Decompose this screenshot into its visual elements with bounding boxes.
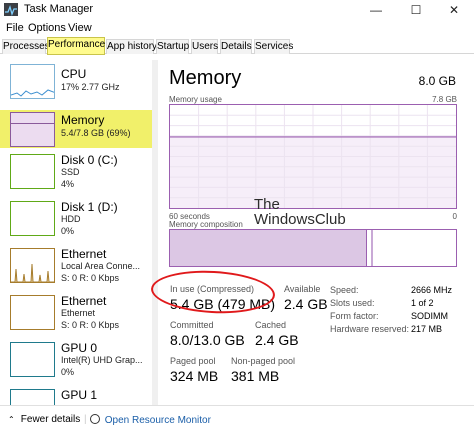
chevron-up-icon: ⌃ xyxy=(8,415,15,424)
cached-label: Cached xyxy=(255,320,287,330)
memory-composition-bar xyxy=(169,229,457,267)
tab-performance[interactable]: Performance xyxy=(47,37,105,55)
sidebar-item-memory[interactable]: Memory 5.4/7.8 GB (69%) xyxy=(0,110,152,148)
composition-in-use-segment xyxy=(170,230,367,266)
tab-app-history[interactable]: App history xyxy=(106,39,157,54)
sidebar-item-gpu0[interactable]: GPU 0 Intel(R) UHD Grap... 0% xyxy=(0,339,152,389)
sidebar-sub: HDD xyxy=(61,214,81,224)
available-value: 2.4 GB xyxy=(284,296,328,312)
memory-usage-graph xyxy=(169,104,457,209)
tab-users[interactable]: Users xyxy=(191,39,218,54)
sidebar-sub: 17% 2.77 GHz xyxy=(61,82,120,92)
sidebar-label: Disk 0 (C:) xyxy=(61,153,118,167)
minimize-button[interactable]: — xyxy=(356,0,396,20)
sidebar-item-gpu1[interactable]: GPU 1 xyxy=(0,386,152,405)
sidebar-item-cpu[interactable]: CPU 17% 2.77 GHz xyxy=(0,61,152,111)
disk0-thumbnail-graph xyxy=(10,154,55,189)
task-manager-icon xyxy=(4,3,18,16)
sidebar-label: GPU 1 xyxy=(61,388,98,402)
menu-view[interactable]: View xyxy=(68,22,92,34)
memory-usage-max: 7.8 GB xyxy=(432,95,457,104)
bottom-bar: ⌃ Fewer details | Open Resource Monitor xyxy=(0,405,474,435)
cpu-thumbnail-graph xyxy=(10,64,55,99)
watermark-line-1: The xyxy=(254,196,280,213)
tab-details[interactable]: Details xyxy=(220,39,252,54)
resource-monitor-icon xyxy=(90,414,100,424)
sidebar-sub: Intel(R) UHD Grap... xyxy=(61,355,143,365)
slots-label: Slots used: xyxy=(330,298,375,308)
hardware-reserved-value: 217 MB xyxy=(411,324,443,334)
sidebar-scrollbar[interactable] xyxy=(152,60,158,405)
sidebar-sub: Ethernet xyxy=(61,308,96,318)
ethernet2-thumbnail-graph xyxy=(10,295,55,330)
disk1-thumbnail-graph xyxy=(10,201,55,236)
sidebar-sub: S: 0 R: 0 Kbps xyxy=(61,320,120,330)
sidebar-item-disk1[interactable]: Disk 1 (D:) HDD 0% xyxy=(0,198,152,248)
fewer-details-button[interactable]: ⌃ Fewer details xyxy=(8,414,80,425)
paged-pool-label: Paged pool xyxy=(170,356,216,366)
open-resource-monitor-link[interactable]: Open Resource Monitor xyxy=(90,414,211,426)
sidebar-sub: SSD xyxy=(61,167,80,177)
tab-processes[interactable]: Processes xyxy=(2,39,50,54)
title-bar: Task Manager — ☐ ✕ xyxy=(0,0,474,20)
watermark-line-2: WindowsClub xyxy=(254,211,346,228)
performance-sidebar: CPU 17% 2.77 GHz Memory 5.4/7.8 GB (69%)… xyxy=(0,55,152,405)
fewer-details-label: Fewer details xyxy=(20,414,81,425)
memory-usage-grid xyxy=(170,105,456,208)
window-title: Task Manager xyxy=(24,3,94,15)
nonpaged-pool-value: 381 MB xyxy=(231,368,280,384)
sidebar-sub: 5.4/7.8 GB (69%) xyxy=(61,128,131,138)
sidebar-sub: S: 0 R: 0 Kbps xyxy=(61,273,120,283)
paged-pool-value: 324 MB xyxy=(170,368,219,384)
sidebar-sub: 4% xyxy=(61,179,75,189)
menu-file[interactable]: File xyxy=(6,22,24,34)
memory-detail-panel: Memory 8.0 GB Memory usage 7.8 GB 60 sec… xyxy=(160,55,474,405)
sidebar-item-ethernet-1[interactable]: Ethernet Local Area Conne... S: 0 R: 0 K… xyxy=(0,245,152,295)
menu-options[interactable]: Options xyxy=(28,22,66,34)
form-factor-value: SODIMM xyxy=(411,311,448,321)
sidebar-sub: 0% xyxy=(61,367,75,377)
tab-strip: Processes Performance App history Startu… xyxy=(0,37,474,55)
available-label: Available xyxy=(284,284,321,294)
separator: | xyxy=(84,414,87,425)
sidebar-label: Disk 1 (D:) xyxy=(61,200,118,214)
sidebar-label: Ethernet xyxy=(61,247,107,261)
close-button[interactable]: ✕ xyxy=(434,0,474,20)
hardware-reserved-label: Hardware reserved: xyxy=(330,324,410,334)
slots-value: 1 of 2 xyxy=(411,298,434,308)
watermark: The WindowsClub xyxy=(254,197,346,227)
composition-modified-segment xyxy=(371,230,373,266)
nonpaged-pool-label: Non-paged pool xyxy=(231,356,296,366)
maximize-button[interactable]: ☐ xyxy=(396,0,436,20)
sidebar-label: GPU 0 xyxy=(61,341,98,355)
sidebar-label: Ethernet xyxy=(61,294,107,308)
speed-value: 2666 MHz xyxy=(411,285,453,295)
memory-usage-label: Memory usage xyxy=(169,95,222,104)
tab-startup[interactable]: Startup xyxy=(156,39,189,54)
memory-composition-label: Memory composition xyxy=(169,220,243,229)
speed-label: Speed: xyxy=(330,285,359,295)
cached-value: 2.4 GB xyxy=(255,332,299,348)
gpu1-thumbnail-graph xyxy=(10,389,55,405)
ethernet1-thumbnail-graph xyxy=(10,248,55,283)
memory-total: 8.0 GB xyxy=(418,74,456,88)
page-title: Memory xyxy=(169,67,242,89)
sidebar-sub: Local Area Conne... xyxy=(61,261,141,271)
tab-services[interactable]: Services xyxy=(254,39,293,54)
sidebar-label: CPU xyxy=(61,67,87,81)
gpu0-thumbnail-graph xyxy=(10,342,55,377)
sidebar-item-ethernet-2[interactable]: Ethernet Ethernet S: 0 R: 0 Kbps xyxy=(0,292,152,342)
form-factor-label: Form factor: xyxy=(330,311,379,321)
sidebar-item-disk0[interactable]: Disk 0 (C:) SSD 4% xyxy=(0,151,152,201)
sidebar-sub: 0% xyxy=(61,226,75,236)
committed-value: 8.0/13.0 GB xyxy=(170,332,245,348)
committed-label: Committed xyxy=(170,320,214,330)
sidebar-label: Memory xyxy=(61,113,105,127)
time-end-label: 0 xyxy=(452,212,457,221)
open-resource-monitor-label: Open Resource Monitor xyxy=(104,415,211,426)
memory-thumbnail-graph xyxy=(10,112,55,147)
